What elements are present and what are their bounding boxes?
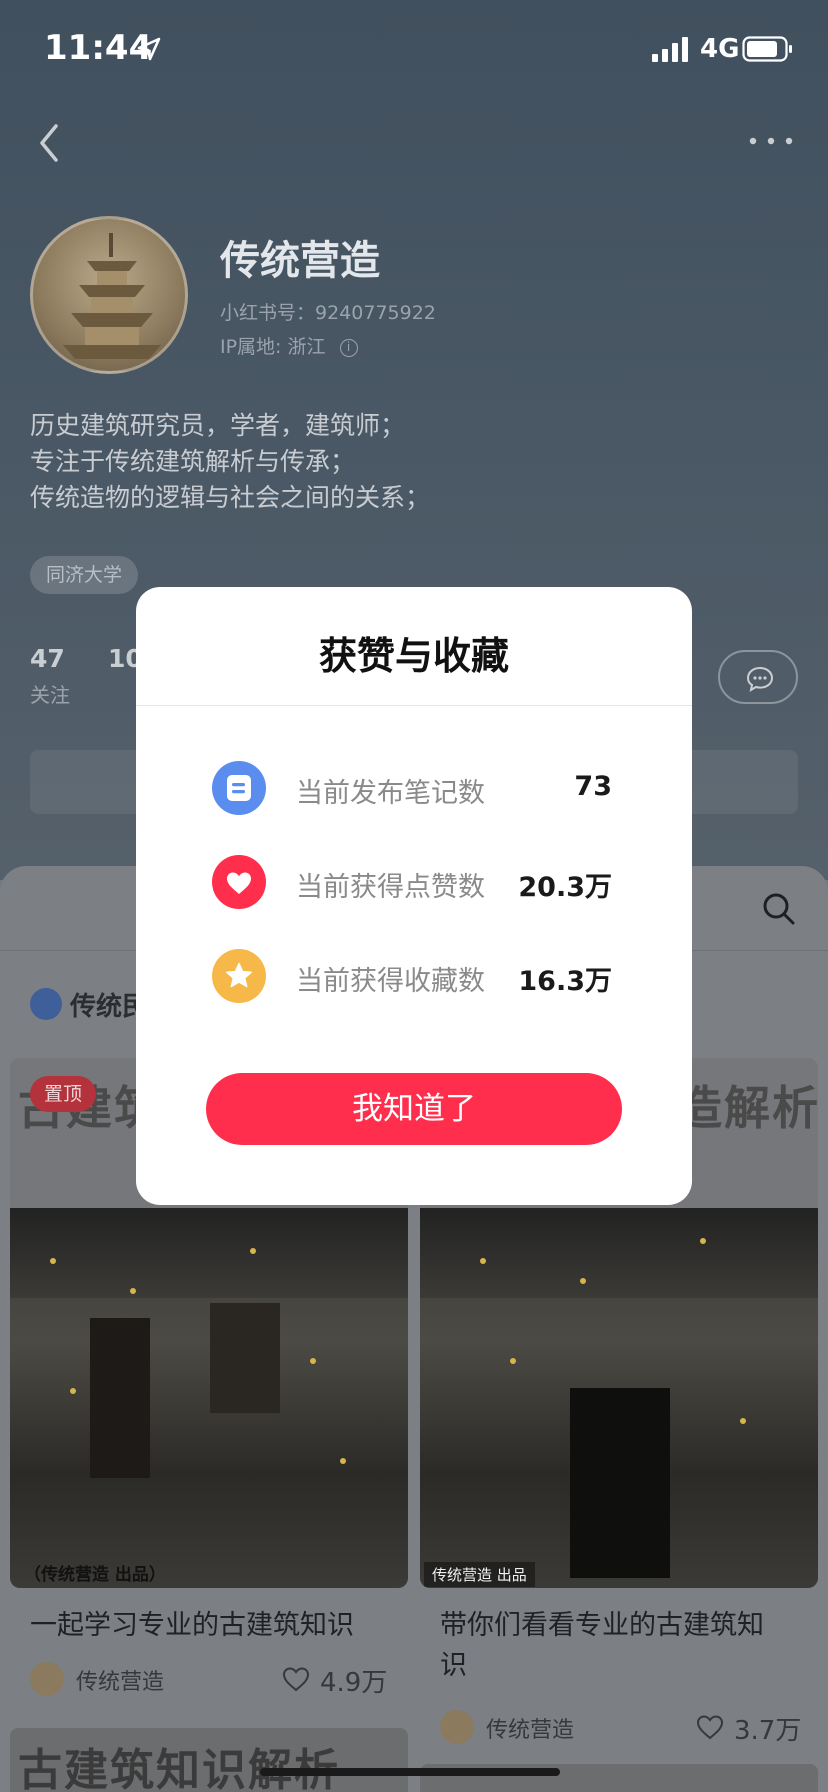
bio-line: 传统造物的逻辑与社会之间的关系； [30, 483, 431, 512]
stat-label: 当前获得收藏数 [296, 966, 485, 997]
like-count: 4.9万 [320, 1668, 388, 1698]
bio-line: 历史建筑研究员，学者，建筑师； [30, 411, 406, 440]
message-button[interactable] [718, 650, 798, 704]
like-count: 3.7万 [734, 1716, 802, 1746]
cover-window [210, 1303, 280, 1413]
heart-icon [212, 855, 266, 909]
battery-icon [742, 36, 792, 62]
annotation-dot [340, 1458, 346, 1464]
search-icon[interactable] [762, 892, 796, 926]
more-icon[interactable] [748, 130, 794, 152]
cover-roof [420, 1208, 818, 1298]
cover-door [570, 1388, 670, 1578]
stat-value: 20.3万 [518, 872, 612, 903]
annotation-dot [480, 1258, 486, 1264]
author-name[interactable]: 传统营造 [486, 1712, 574, 1744]
heart-outline-icon[interactable] [696, 1714, 724, 1740]
annotation-dot [700, 1238, 706, 1244]
note-card-partial[interactable]: 古建筑知识解析 [10, 1728, 408, 1792]
stat-row-likes: 当前获得点赞数 20.3万 [212, 855, 612, 911]
stat-following[interactable]: 47 关注 [30, 644, 70, 708]
note-title[interactable]: 一起学习专业的古建筑知识 [30, 1606, 400, 1646]
confirm-button[interactable]: 我知道了 [206, 1073, 622, 1145]
chat-icon [746, 666, 774, 693]
info-icon[interactable]: i [339, 338, 358, 357]
star-icon [212, 949, 266, 1003]
author-avatar[interactable] [30, 1662, 64, 1696]
likes-collections-dialog: 获赞与收藏 当前发布笔记数 73 当前获得点赞数 20.3万 当前获得收藏数 1… [136, 587, 692, 1205]
cover-door [90, 1318, 150, 1478]
annotation-dot [310, 1358, 316, 1364]
note-icon [212, 761, 266, 815]
annotation-dot [70, 1388, 76, 1394]
cover-credit: 传统营造 出品 [424, 1562, 535, 1587]
annotation-dot [250, 1248, 256, 1254]
annotation-dot [580, 1278, 586, 1284]
signal-icon [652, 37, 688, 62]
school-tag[interactable]: 同济大学 [30, 556, 139, 594]
stat-label: 当前获得点赞数 [296, 872, 485, 903]
stat-label: 当前发布笔记数 [296, 778, 485, 809]
cover-headline: 造解析 [676, 1081, 818, 1135]
red-id: 小红书号：9240775922 [220, 302, 436, 324]
cover-credit: （传统营造 出品） [24, 1565, 166, 1585]
back-icon[interactable] [30, 118, 70, 168]
stat-row-notes: 当前发布笔记数 73 [212, 761, 612, 817]
ip-location: IP属地: 浙江 i [220, 332, 358, 359]
annotation-dot [740, 1418, 746, 1424]
collection-icon [30, 988, 62, 1020]
annotation-dot [510, 1358, 516, 1364]
author-name[interactable]: 传统营造 [76, 1664, 164, 1696]
stat-value: 73 [574, 771, 612, 802]
avatar[interactable] [30, 216, 188, 374]
status-bar: 11:44 4G [0, 0, 828, 100]
annotation-dot [50, 1258, 56, 1264]
heart-outline-icon[interactable] [282, 1666, 310, 1692]
bio-line: 专注于传统建筑解析与传承； [30, 447, 356, 476]
profile-name: 传统营造 [220, 238, 380, 284]
dialog-title: 获赞与收藏 [318, 634, 509, 678]
stat-value: 47 [30, 644, 65, 673]
stat-row-collections: 当前获得收藏数 16.3万 [212, 949, 612, 1005]
pagoda-icon [63, 233, 161, 359]
profile-bio: 历史建筑研究员，学者，建筑师； 专注于传统建筑解析与传承； 传统造物的逻辑与社会… [30, 408, 430, 516]
cover-roof [10, 1208, 408, 1298]
home-indicator[interactable] [260, 1768, 560, 1776]
pinned-badge: 置顶 [30, 1076, 96, 1112]
ip-location-text: IP属地: 浙江 [220, 336, 326, 358]
author-avatar[interactable] [440, 1710, 474, 1744]
location-arrow-icon [137, 37, 161, 61]
dialog-divider [136, 705, 692, 706]
note-title[interactable]: 带你们看看专业的古建筑知识 [440, 1606, 790, 1686]
annotation-dot [130, 1288, 136, 1294]
stat-value: 16.3万 [518, 966, 612, 997]
stat-label: 关注 [30, 683, 70, 707]
cover-headline: 古建筑知识解析 [18, 1745, 340, 1792]
network-type: 4G [700, 34, 740, 64]
